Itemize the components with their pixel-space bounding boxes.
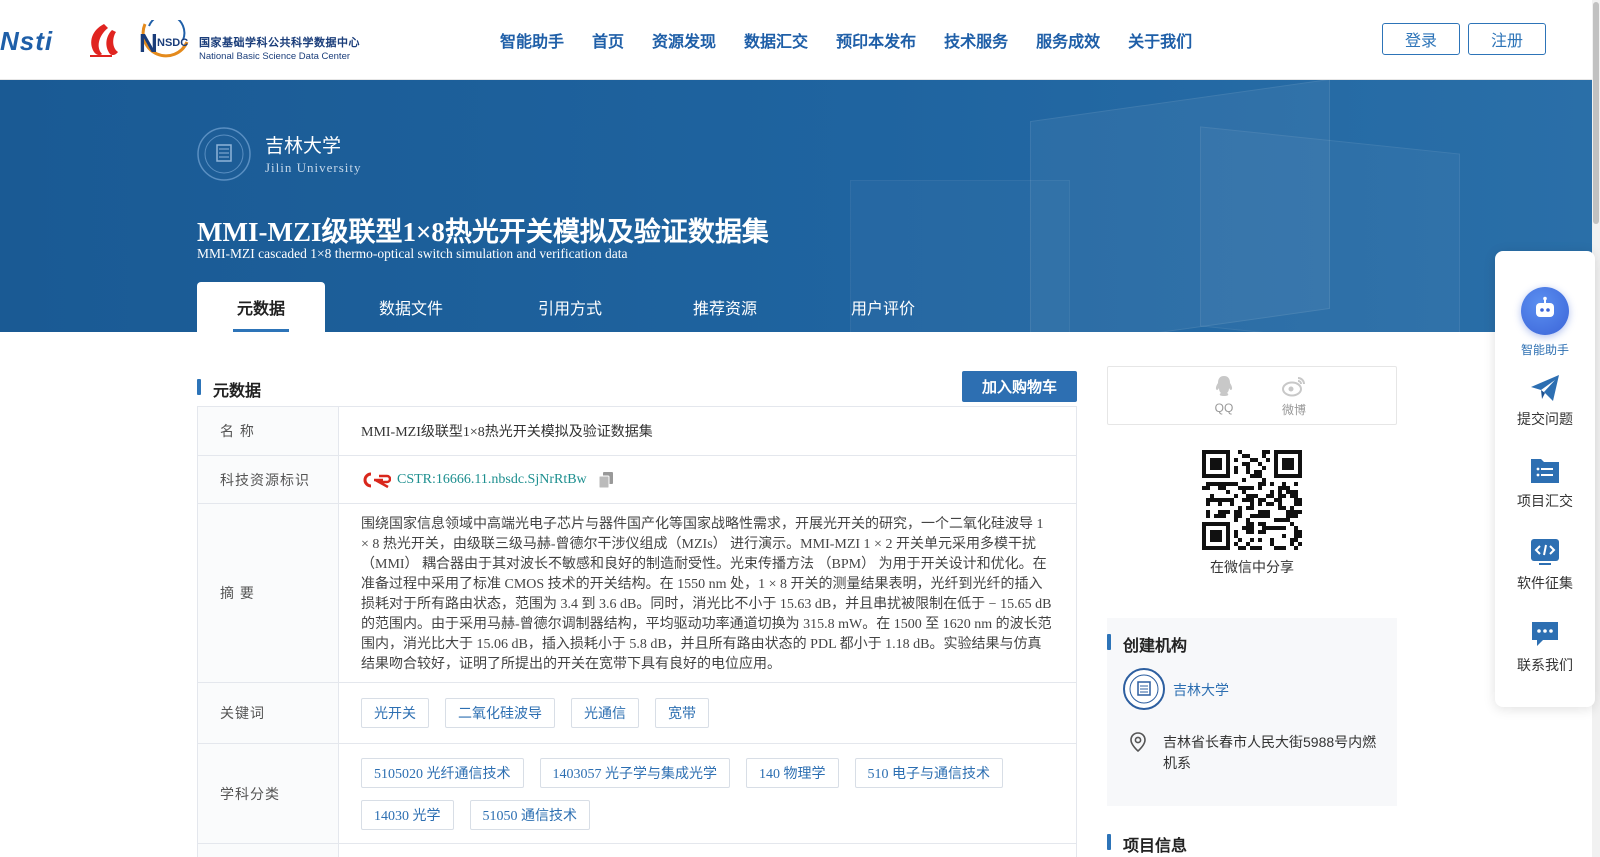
nsdc-badge-icon: N NSDC: [139, 13, 189, 58]
institution-name-cn[interactable]: 吉林大学: [265, 131, 341, 158]
weibo-icon: [1282, 377, 1305, 397]
paper-plane-icon: [1531, 375, 1559, 401]
table-row: 名 称 MMI-MZI级联型1×8热光开关模拟及验证数据集: [198, 407, 1076, 456]
location-pin-icon: [1130, 732, 1146, 753]
float-project-submission[interactable]: 项目汇交: [1495, 455, 1595, 511]
table-row: [198, 844, 1076, 857]
subject-tag[interactable]: 5105020 光纤通信技术: [361, 757, 524, 788]
nsdc-logo[interactable]: N NSDC 国家基础学科公共科学数据中心 National Basic Sci…: [135, 13, 360, 62]
identifier-label: 科技资源标识: [198, 456, 339, 503]
nsdc-name-cn: 国家基础学科公共科学数据中心: [199, 37, 360, 49]
subject-tag[interactable]: 140 物理学: [746, 757, 839, 788]
subject-tag[interactable]: 14030 光学: [361, 799, 454, 830]
dataset-tabs: 元数据 数据文件 引用方式 推荐资源 用户评价: [197, 282, 959, 332]
wechat-share-label: 在微信中分享: [1210, 559, 1294, 575]
tab-data-files[interactable]: 数据文件: [325, 282, 497, 332]
metadata-section-title: 元数据: [197, 377, 261, 401]
creating-institution-card: 创建机构 吉林大学 吉林省长春市人民大街5988号内燃机系: [1107, 618, 1397, 806]
robot-icon: [1521, 287, 1569, 335]
dataset-title-cn: MMI-MZI级联型1×8热光开关模拟及验证数据集: [197, 217, 769, 247]
login-button[interactable]: 登录: [1382, 23, 1460, 55]
org-name-link[interactable]: 吉林大学: [1173, 680, 1229, 700]
nav-ai-assistant[interactable]: 智能助手: [500, 28, 564, 52]
table-row: 摘 要 围绕国家信息领域中高端光电子芯片与器件国产化等国家战略性需求，开展光开关…: [198, 504, 1076, 683]
tab-metadata[interactable]: 元数据: [197, 282, 325, 332]
nav-about-us[interactable]: 关于我们: [1128, 28, 1192, 52]
org-section-title: 创建机构: [1107, 632, 1187, 656]
keyword-tag[interactable]: 宽带: [655, 698, 709, 728]
table-row: 关键词 光开关 二氧化硅波导 光通信 宽带: [198, 683, 1076, 744]
nav-tech-services[interactable]: 技术服务: [944, 28, 1008, 52]
institution-name-en: Jilin University: [265, 160, 362, 175]
cstr-logo-icon: [363, 472, 391, 488]
nav-home[interactable]: 首页: [592, 28, 624, 52]
red-emblem-logo[interactable]: [82, 22, 120, 58]
top-navbar: Nsti N NSDC 国家基础学科公共科学数据中心 National Basi…: [0, 0, 1600, 80]
nsdc-name-en: National Basic Science Data Center: [199, 51, 351, 62]
keywords-label: 关键词: [198, 683, 339, 743]
wechat-qr-code: [1202, 450, 1302, 550]
main-nav: 智能助手 首页 资源发现 数据汇交 预印本发布 技术服务 服务成效 关于我们: [500, 28, 1220, 52]
code-window-icon: [1531, 539, 1559, 565]
nstl-logo[interactable]: Nsti: [0, 26, 53, 57]
svg-text:N: N: [139, 28, 158, 58]
float-ai-assistant[interactable]: 智能助手: [1495, 287, 1595, 358]
dataset-title-en: MMI-MZI cascaded 1×8 thermo-optical swit…: [197, 246, 628, 261]
share-qq[interactable]: QQ: [1204, 375, 1244, 415]
register-button[interactable]: 注册: [1468, 23, 1546, 55]
nav-data-submission[interactable]: 数据汇交: [744, 28, 808, 52]
name-label: 名 称: [198, 407, 339, 455]
org-address: 吉林省长春市人民大街5988号内燃机系: [1163, 734, 1377, 771]
nav-preprint[interactable]: 预印本发布: [836, 28, 916, 52]
subject-tag[interactable]: 51050 通信技术: [469, 799, 590, 830]
folder-list-icon: [1531, 459, 1559, 483]
tab-user-reviews[interactable]: 用户评价: [807, 282, 959, 332]
name-value: MMI-MZI级联型1×8热光开关模拟及验证数据集: [361, 425, 653, 440]
keyword-tag[interactable]: 二氧化硅波导: [445, 698, 555, 728]
floating-toolbar: 智能助手 提交问题 项目汇交 软件征集 联系我们: [1495, 251, 1595, 707]
tab-recommended[interactable]: 推荐资源: [643, 282, 807, 332]
table-row: 科技资源标识 CSTR:16666.11.nbsdc.SjNrRtBw: [198, 456, 1076, 504]
chat-bubble-icon: [1532, 622, 1558, 646]
tab-citation[interactable]: 引用方式: [497, 282, 643, 332]
table-row: 学科分类 5105020 光纤通信技术 1403057 光子学与集成光学 140…: [198, 744, 1076, 844]
jilin-university-logo[interactable]: [197, 127, 251, 181]
subjects-label: 学科分类: [198, 744, 339, 843]
subject-tag[interactable]: 1403057 光子学与集成光学: [539, 757, 730, 788]
add-to-cart-button[interactable]: 加入购物车: [962, 371, 1077, 402]
abstract-label: 摘 要: [198, 504, 339, 682]
keyword-tag[interactable]: 光通信: [571, 698, 639, 728]
qq-icon: [1215, 376, 1233, 396]
subject-tag[interactable]: 510 电子与通信技术: [854, 757, 1003, 788]
share-weibo[interactable]: 微博: [1274, 375, 1314, 418]
keyword-tag[interactable]: 光开关: [361, 698, 429, 728]
copy-icon[interactable]: [598, 471, 613, 488]
nav-service-results[interactable]: 服务成效: [1036, 28, 1100, 52]
svg-text:NSDC: NSDC: [157, 37, 188, 49]
scrollbar-thumb[interactable]: [1593, 2, 1599, 224]
nav-resource-discovery[interactable]: 资源发现: [652, 28, 716, 52]
float-contact-us[interactable]: 联系我们: [1495, 619, 1595, 675]
jilin-university-logo[interactable]: [1123, 668, 1165, 710]
cstr-identifier-link[interactable]: CSTR:16666.11.nbsdc.SjNrRtBw: [397, 472, 587, 488]
dataset-hero-banner: 吉林大学 Jilin University MMI-MZI级联型1×8热光开关模…: [0, 80, 1592, 332]
float-software-collection[interactable]: 软件征集: [1495, 537, 1595, 593]
float-submit-question[interactable]: 提交问题: [1495, 373, 1595, 429]
metadata-table: 名 称 MMI-MZI级联型1×8热光开关模拟及验证数据集 科技资源标识 CST…: [197, 406, 1077, 857]
project-info-title: 项目信息: [1107, 832, 1187, 856]
share-box: QQ 微博: [1107, 366, 1397, 425]
abstract-value: 围绕国家信息领域中高端光电子芯片与器件国产化等国家战略性需求，开展光开关的研究，…: [361, 517, 1052, 672]
